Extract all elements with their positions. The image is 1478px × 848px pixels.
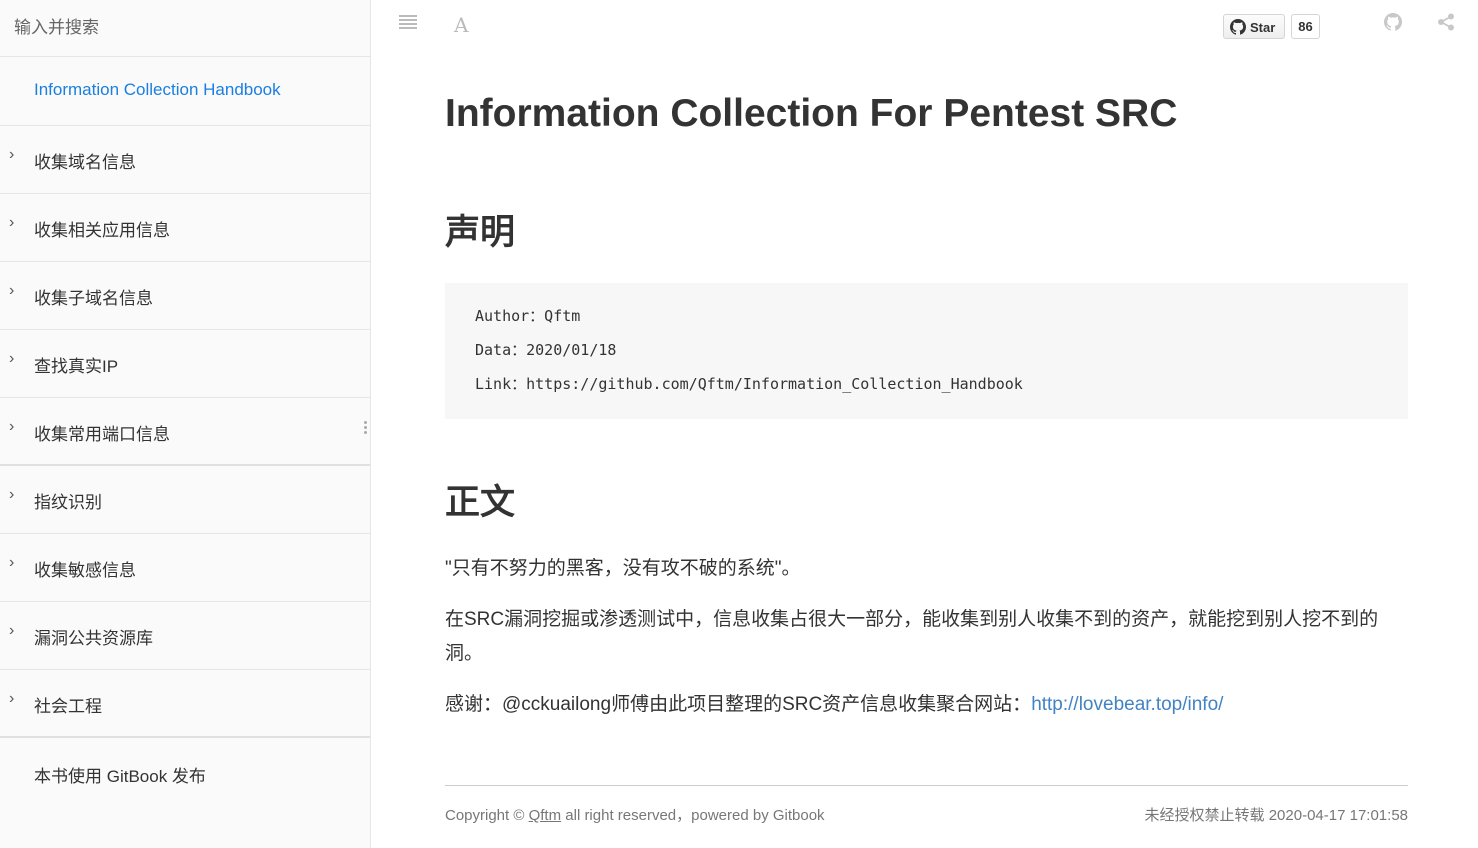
sidebar-item-app-info[interactable]: › 收集相关应用信息: [0, 194, 370, 262]
sidebar-item-label: 收集相关应用信息: [34, 221, 170, 240]
code-line-date: Data：2020/01/18: [475, 341, 617, 359]
chevron-right-icon[interactable]: ›: [9, 214, 19, 234]
sidebar-item-social-engineering[interactable]: › 社会工程: [0, 670, 370, 738]
gitbook-publish-link[interactable]: 本书使用 GitBook 发布: [0, 738, 370, 787]
menu-icon[interactable]: [398, 13, 418, 37]
copyright-prefix: Copyright ©: [445, 807, 525, 824]
page-footer: Copyright © Qftm all right reserved，powe…: [445, 785, 1408, 825]
page-title: Information Collection For Pentest SRC: [445, 92, 1178, 135]
footer-timestamp: 未经授权禁止转载 2020-04-17 17:01:58: [1144, 807, 1408, 824]
chevron-right-icon[interactable]: ›: [9, 554, 19, 574]
code-block: Author：Qftm Data：2020/01/18 Link：https:/…: [445, 283, 1408, 419]
sidebar-item-label: 收集子域名信息: [34, 289, 153, 308]
github-star-button[interactable]: Star: [1223, 14, 1285, 39]
chevron-right-icon[interactable]: ›: [9, 622, 19, 642]
chevron-right-icon[interactable]: ›: [9, 418, 19, 438]
section-heading-body: 正文: [445, 483, 516, 522]
sidebar-item-label: 指纹识别: [34, 493, 102, 512]
star-count[interactable]: 86: [1291, 14, 1320, 39]
chevron-right-icon[interactable]: ›: [9, 350, 19, 370]
sidebar-item-label: 收集常用端口信息: [34, 425, 170, 444]
sidebar-item-subdomain-info[interactable]: › 收集子域名信息: [0, 262, 370, 330]
sidebar-item-label: 收集域名信息: [34, 153, 136, 172]
sidebar-resize-handle[interactable]: [364, 421, 368, 437]
sidebar-item-label: 漏洞公共资源库: [34, 629, 153, 648]
copyright-suffix: all right reserved，powered by Gitbook: [565, 807, 825, 824]
sidebar-item-sensitive-info[interactable]: › 收集敏感信息: [0, 534, 370, 602]
font-settings-icon[interactable]: A: [454, 13, 468, 37]
thanks-text: 感谢：@cckuailong师傅由此项目整理的SRC资产信息收集聚合网站：: [445, 694, 1032, 715]
sidebar-item-home[interactable]: Information Collection Handbook: [0, 57, 370, 126]
code-line-link: Link：https://github.com/Qftm/Information…: [475, 375, 1023, 393]
search-input[interactable]: 输入并搜索: [0, 0, 370, 57]
chevron-right-icon[interactable]: ›: [9, 282, 19, 302]
code-line-author: Author：Qftm: [475, 307, 581, 325]
toolbar: A Star 86: [371, 0, 1478, 50]
lovebear-link[interactable]: http://lovebear.top/info/: [1031, 694, 1223, 715]
github-icon[interactable]: [1384, 13, 1403, 37]
github-icon: [1230, 19, 1247, 35]
author-link[interactable]: Qftm: [529, 807, 562, 824]
share-icon[interactable]: [1437, 13, 1455, 37]
sidebar-item-label: 收集敏感信息: [34, 561, 136, 580]
paragraph-quote: "只有不努力的黑客，没有攻不破的系统"。: [445, 558, 801, 579]
chevron-right-icon[interactable]: ›: [9, 486, 19, 506]
paragraph-thanks: 感谢：@cckuailong师傅由此项目整理的SRC资产信息收集聚合网站：htt…: [445, 688, 1408, 722]
paragraph-intro: 在SRC漏洞挖掘或渗透测试中，信息收集占很大一部分，能收集到别人收集不到的资产，…: [445, 609, 1379, 664]
sidebar-item-fingerprint[interactable]: › 指纹识别: [0, 466, 370, 534]
sidebar-item-label: 查找真实IP: [34, 357, 119, 376]
sidebar-item-real-ip[interactable]: › 查找真实IP: [0, 330, 370, 398]
star-label: Star: [1250, 20, 1276, 35]
sidebar-item-label: 社会工程: [34, 697, 102, 716]
chevron-right-icon[interactable]: ›: [9, 146, 19, 166]
sidebar-item-domain-info[interactable]: › 收集域名信息: [0, 126, 370, 194]
sidebar-item-vuln-db[interactable]: › 漏洞公共资源库: [0, 602, 370, 670]
sidebar: 输入并搜索 Information Collection Handbook › …: [0, 0, 371, 848]
sidebar-item-port-info[interactable]: › 收集常用端口信息: [0, 398, 370, 466]
chevron-right-icon[interactable]: ›: [9, 690, 19, 710]
section-heading-declaration: 声明: [445, 213, 516, 252]
